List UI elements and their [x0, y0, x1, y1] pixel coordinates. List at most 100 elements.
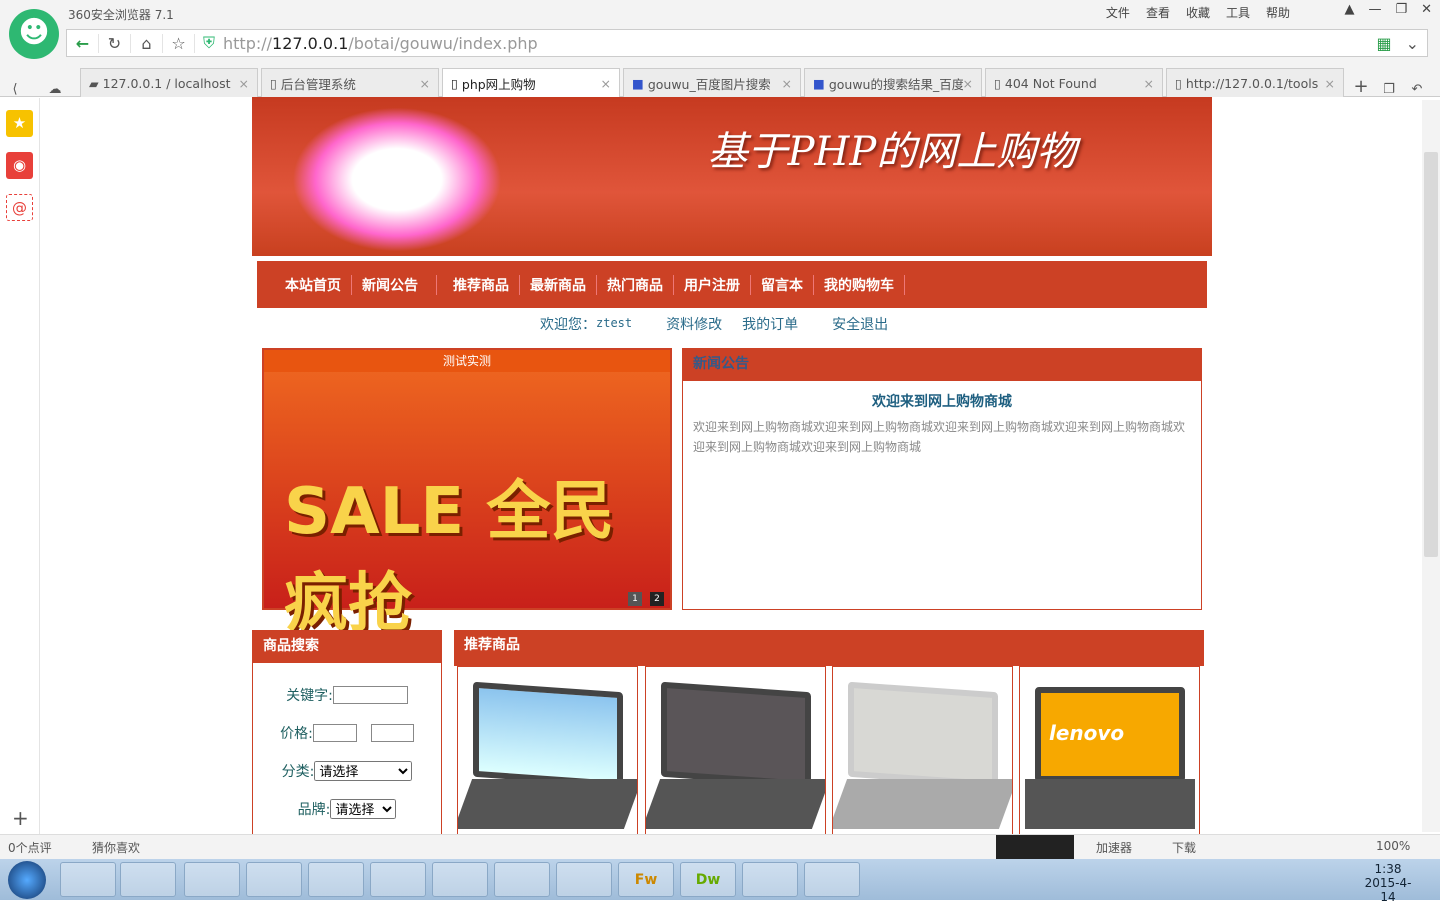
minimize-button[interactable]: —: [1368, 2, 1381, 17]
brand-label: 品牌:: [297, 802, 331, 818]
taskbar-word[interactable]: [494, 862, 550, 897]
main-nav: 本站首页 新闻公告 推荐商品 最新商品 热门商品 用户注册 留言本 我的购物车: [257, 261, 1207, 308]
tab-scroll-left-icon[interactable]: ⟨: [0, 82, 30, 97]
window-controls: ▲ — ❐ ✕: [1344, 2, 1432, 17]
tab-404[interactable]: ▯ 404 Not Found ×: [985, 68, 1163, 97]
laptop-image: [661, 681, 811, 788]
keyword-input[interactable]: [332, 686, 408, 704]
nav-recommended[interactable]: 推荐商品: [437, 274, 520, 295]
taskbar-app[interactable]: [556, 862, 612, 897]
tab-admin[interactable]: ▯ 后台管理系统 ×: [261, 68, 439, 97]
accelerator-button[interactable]: 加速器: [1096, 839, 1132, 856]
star-icon[interactable]: ☆: [163, 33, 195, 53]
chevron-down-icon[interactable]: ⌄: [1398, 34, 1427, 53]
start-button[interactable]: [8, 861, 46, 899]
price-max-input[interactable]: [370, 724, 414, 742]
menu-tools[interactable]: 工具: [1226, 4, 1250, 21]
nav-guestbook[interactable]: 留言本: [751, 274, 814, 295]
tab-shop[interactable]: ▯ php网上购物 ×: [442, 68, 620, 97]
close-button[interactable]: ✕: [1421, 2, 1432, 17]
slider-page-2[interactable]: 2: [650, 592, 664, 606]
reviews-count[interactable]: 0个点评: [8, 839, 52, 856]
menu-help[interactable]: 帮助: [1266, 4, 1290, 21]
menu-file[interactable]: 文件: [1106, 4, 1130, 21]
brand-select[interactable]: 请选择: [330, 799, 397, 819]
shield-icon: ⛨: [203, 33, 216, 52]
close-tab-icon[interactable]: ×: [601, 76, 611, 91]
undo-close-icon[interactable]: ↶: [1403, 82, 1431, 97]
menu-favorites[interactable]: 收藏: [1186, 4, 1210, 21]
close-tab-icon[interactable]: ×: [239, 76, 249, 91]
logout-link[interactable]: 安全退出: [832, 314, 888, 334]
app-title: 360安全浏览器 7.1: [68, 8, 174, 22]
tab-strip: ⟨ ☁ ▰ 127.0.0.1 / localhost × ▯ 后台管理系统 × ▯ ph…: [0, 66, 1440, 97]
taskbar-app[interactable]: [804, 862, 860, 897]
close-tab-icon[interactable]: ×: [963, 76, 973, 91]
slider-page-1[interactable]: 1: [628, 592, 642, 606]
sidebar: ★ ◉ @ +: [0, 98, 40, 834]
cloud-icon[interactable]: ☁: [30, 82, 80, 97]
favorites-star-icon[interactable]: ★: [6, 110, 33, 137]
product-card[interactable]: [457, 666, 638, 841]
refresh-icon[interactable]: ↻: [99, 33, 131, 53]
address-bar[interactable]: ← ↻ ⌂ ☆ ⛨ http://127.0.0.1/botai/gouwu/i…: [66, 29, 1428, 57]
taskbar-dreamweaver[interactable]: Dw: [680, 862, 736, 897]
back-icon[interactable]: ←: [67, 33, 99, 53]
taskbar-app[interactable]: [60, 862, 116, 897]
scrollbar-thumb[interactable]: [1424, 152, 1438, 557]
taskbar-app[interactable]: [308, 862, 364, 897]
skin-icon[interactable]: ▲: [1344, 2, 1354, 17]
zoom-level[interactable]: 100%: [1376, 839, 1410, 853]
new-tab-icon[interactable]: +: [1347, 76, 1375, 97]
promo-slider[interactable]: 测试实测 SALE 全民疯抢 1 2: [262, 348, 672, 641]
close-tab-icon[interactable]: ×: [420, 76, 430, 91]
tab-tools[interactable]: ▯ http://127.0.0.1/tools ×: [1166, 68, 1344, 97]
user-avatar-icon[interactable]: ☻: [9, 9, 59, 59]
laptop-image: [473, 681, 623, 788]
nav-news[interactable]: 新闻公告: [352, 274, 437, 295]
url-scheme: http://: [223, 33, 273, 53]
taskbar-excel[interactable]: [246, 862, 302, 897]
nav-register[interactable]: 用户注册: [674, 274, 751, 295]
taskbar-fireworks[interactable]: Fw: [618, 862, 674, 897]
tab-baidu-images[interactable]: ■ gouwu_百度图片搜索 ×: [623, 68, 801, 97]
clock-time: 1:38: [1374, 862, 1402, 876]
close-tab-icon[interactable]: ×: [1325, 76, 1335, 91]
weibo-icon[interactable]: ◉: [6, 152, 33, 179]
close-tab-icon[interactable]: ×: [1144, 76, 1154, 91]
taskbar-app[interactable]: [370, 862, 426, 897]
close-tab-icon[interactable]: ×: [782, 76, 792, 91]
price-min-input[interactable]: [312, 724, 357, 742]
download-button[interactable]: 下载: [1172, 839, 1196, 856]
maximize-button[interactable]: ❐: [1395, 2, 1407, 17]
nav-hot[interactable]: 热门商品: [597, 274, 674, 295]
nav-newest[interactable]: 最新商品: [520, 274, 597, 295]
recommended-header: 推荐商品: [454, 630, 1204, 666]
tab-phpmyadmin[interactable]: ▰ 127.0.0.1 / localhost ×: [80, 68, 258, 97]
category-select[interactable]: 请选择: [314, 761, 413, 781]
laptop-base: [646, 779, 825, 829]
taskbar-app[interactable]: [120, 862, 176, 897]
taskbar-app[interactable]: [742, 862, 798, 897]
news-title[interactable]: 欢迎来到网上购物商城: [683, 391, 1201, 411]
product-card[interactable]: lenovo: [1019, 666, 1200, 841]
clock[interactable]: 1:38 2015-4-14: [1360, 862, 1416, 904]
add-sidebar-icon[interactable]: +: [12, 806, 29, 830]
taskbar-app[interactable]: [184, 862, 240, 897]
search-header: 商品搜索: [253, 631, 441, 663]
guess-you-like[interactable]: 猜你喜欢: [92, 839, 140, 856]
home-icon[interactable]: ⌂: [131, 33, 163, 53]
taskbar-360-browser[interactable]: [432, 862, 488, 897]
nav-home[interactable]: 本站首页: [275, 274, 352, 295]
qr-code-icon[interactable]: ▦: [1370, 34, 1397, 53]
product-card[interactable]: [832, 666, 1013, 841]
mail-icon[interactable]: @: [6, 194, 33, 221]
tab-list-icon[interactable]: ❐: [1375, 82, 1403, 97]
product-card[interactable]: [645, 666, 826, 841]
menu-view[interactable]: 查看: [1146, 4, 1170, 21]
edit-profile-link[interactable]: 资料修改: [666, 314, 722, 334]
nav-cart[interactable]: 我的购物车: [814, 274, 905, 295]
tab-baidu-search[interactable]: ■ gouwu的搜索结果_百度 ×: [804, 68, 982, 97]
input-method-bar[interactable]: [996, 835, 1074, 860]
my-orders-link[interactable]: 我的订单: [742, 314, 798, 334]
